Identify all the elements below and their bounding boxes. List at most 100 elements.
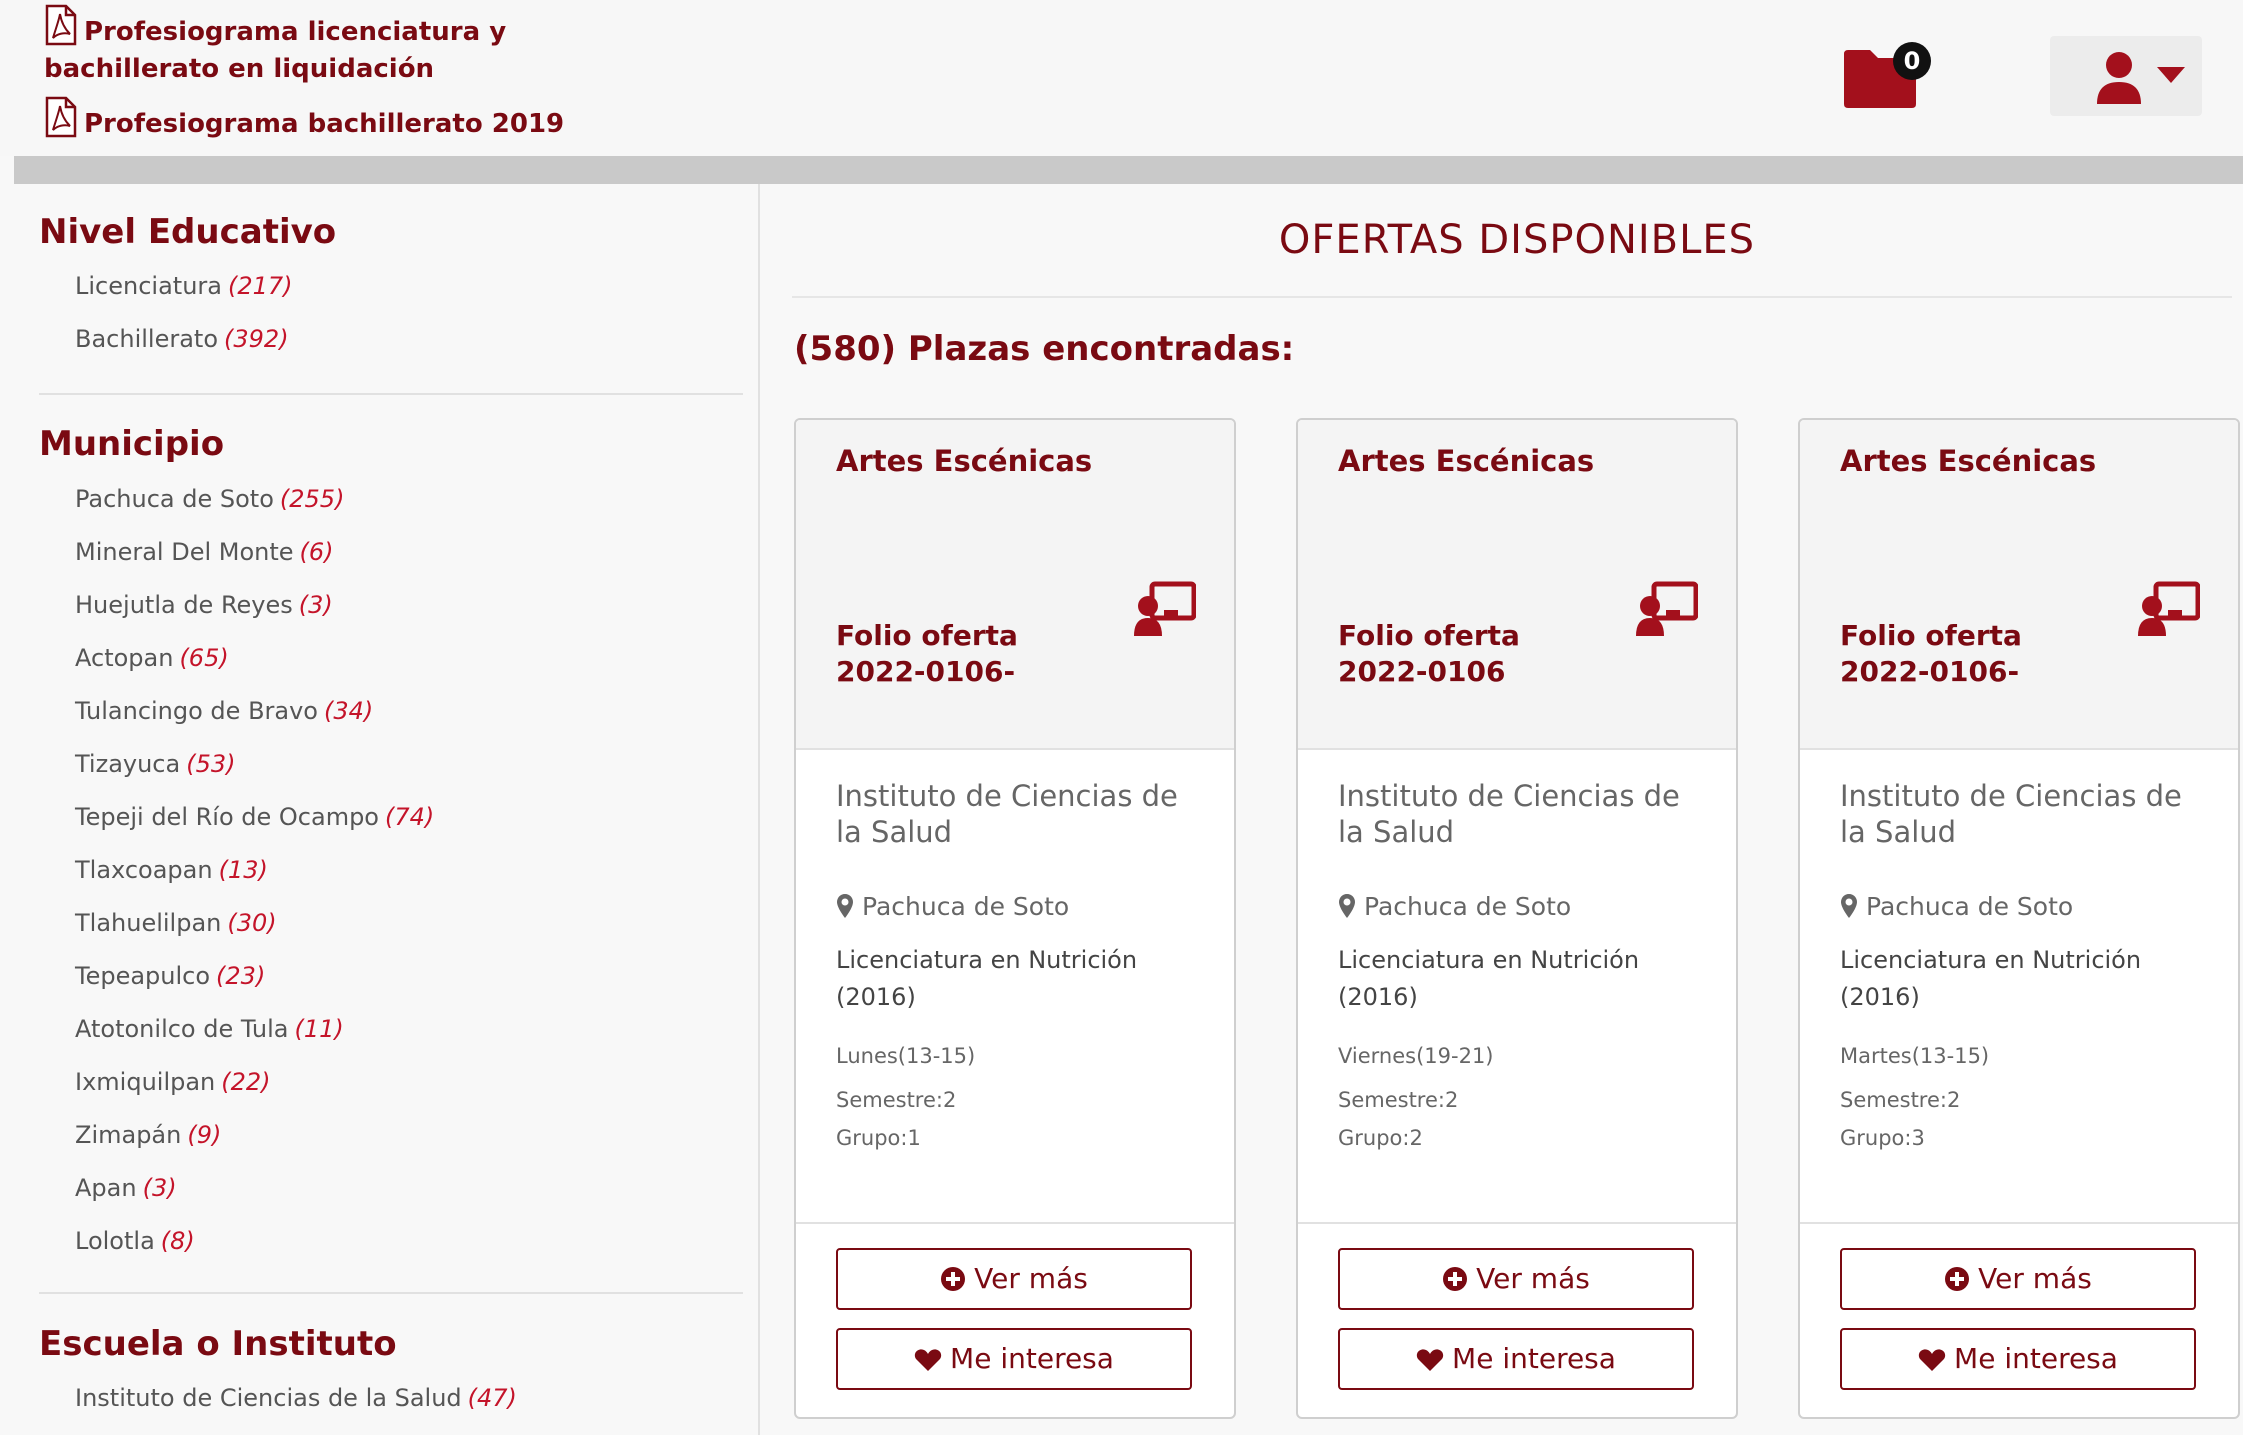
plus-circle-icon [1443,1267,1468,1291]
filter-item[interactable]: Atotonilco de Tula (11) [75,1015,344,1043]
map-pin-icon [837,894,853,918]
filter-item-count: (3) [298,591,333,619]
filter-item[interactable]: Tizayuca (53) [75,750,235,778]
folio-label: Folio oferta [1840,619,2022,652]
filter-item-count: (3) [142,1174,177,1202]
filter-item-label: Tulancingo de Bravo [75,697,318,725]
see-more-button[interactable]: Ver más [1840,1248,2196,1310]
filter-item-count: (34) [324,697,374,725]
filter-item[interactable]: Tepeapulco (23) [75,962,265,990]
filter-item[interactable]: Tlaxcoapan (13) [75,856,268,884]
filter-title-municipio: Municipio [39,424,225,464]
filter-item-count: (65) [179,644,229,672]
teacher-icon [1134,581,1196,636]
filter-item-label: Lolotla [75,1227,155,1255]
top-header: Profesiograma licenciatura y bachillerat… [0,0,2243,156]
see-more-label: Ver más [974,1262,1088,1295]
card-footer-divider [1298,1222,1736,1224]
filter-item-label: Tlaxcoapan [75,856,213,884]
user-menu-button[interactable] [2050,36,2202,116]
doc-link-profesiograma-2019[interactable]: Profesiograma bachillerato 2019 [44,96,584,143]
filter-item-label: Atotonilco de Tula [75,1015,289,1043]
filter-item-label: Instituto de Ciencias de la Salud [75,1384,462,1412]
offer-institute: Instituto de Ciencias de la Salud [1840,779,2182,849]
interested-button[interactable]: Me interesa [836,1328,1192,1390]
filter-item[interactable]: Ixmiquilpan (22) [75,1068,271,1096]
folio-label: Folio oferta [836,619,1018,652]
see-more-label: Ver más [1476,1262,1590,1295]
filter-item-count: (74) [384,803,435,831]
filter-item-count: (30) [227,909,277,937]
filter-item-label: Mineral Del Monte [75,538,294,566]
filter-item-label: Tizayuca [75,750,181,778]
offer-semester: Semestre:2 [836,1088,957,1112]
filter-item[interactable]: Tulancingo de Bravo (34) [75,697,373,725]
interested-label: Me interesa [1954,1342,2118,1375]
offer-group: Grupo:3 [1840,1126,1925,1150]
doc-link-profesiograma-liquidacion[interactable]: Profesiograma licenciatura y bachillerat… [44,4,584,88]
filter-item[interactable]: Tlahuelilpan (30) [75,909,277,937]
filter-item-count: (8) [160,1227,195,1255]
see-more-label: Ver más [1978,1262,2092,1295]
filter-item[interactable]: Mineral Del Monte (6) [75,538,334,566]
filter-item-label: Licenciatura [75,272,222,300]
pdf-icon [45,96,77,138]
filter-item-label: Zimapán [75,1121,182,1149]
filter-item-label: Pachuca de Soto [75,485,274,513]
see-more-button[interactable]: Ver más [1338,1248,1694,1310]
document-links: Profesiograma licenciatura y bachillerat… [44,4,584,143]
map-pin-icon [1339,894,1355,918]
folio-value: 2022-0106- [836,655,1016,688]
filter-item[interactable]: Huejutla de Reyes (3) [75,591,333,619]
doc-link-label: Profesiograma licenciatura y bachillerat… [44,17,507,84]
offer-card: Artes Escénicas Folio oferta 2022-0106- … [794,418,1236,1419]
heart-icon [1416,1349,1444,1371]
offer-schedule: Viernes(19-21) [1338,1044,1494,1068]
offer-location-text: Pachuca de Soto [1364,892,1572,921]
filter-item[interactable]: Tepeji del Río de Ocampo (74) [75,803,434,831]
filter-item-label: Actopan [75,644,174,672]
offer-schedule: Martes(13-15) [1840,1044,1990,1068]
filter-item-count: (6) [299,538,334,566]
card-footer-divider [796,1222,1234,1224]
offer-institute: Instituto de Ciencias de la Salud [1338,779,1680,849]
interested-button[interactable]: Me interesa [1840,1328,2196,1390]
filter-item[interactable]: Zimapán (9) [75,1121,221,1149]
filter-item-label: Tlahuelilpan [75,909,222,937]
offer-subject: Artes Escénicas [1840,444,2097,478]
filter-item[interactable]: Apan (3) [75,1174,177,1202]
pdf-icon [45,4,77,46]
offer-card: Artes Escénicas Folio oferta 2022-0106 I… [1296,418,1738,1419]
folio-value: 2022-0106 [1338,655,1506,688]
filter-item[interactable]: Lolotla (8) [75,1227,195,1255]
offer-program: Licenciatura en Nutrición (2016) [1840,946,2142,1011]
filter-item-label: Tepeapulco [75,962,211,990]
page-title: OFERTAS DISPONIBLES [1278,217,1756,263]
filter-item[interactable]: Instituto de Ciencias de la Salud (47) [75,1384,517,1412]
caret-down-icon [2157,67,2185,83]
filter-item-count: (217) [227,272,293,300]
offer-location: Pachuca de Soto [836,892,1069,921]
filter-item[interactable]: Licenciatura (217) [75,272,293,300]
filter-item-label: Ixmiquilpan [75,1068,216,1096]
filter-item-count: (13) [218,856,268,884]
filter-item-count: (11) [294,1015,344,1043]
filter-item[interactable]: Pachuca de Soto (255) [75,485,344,513]
folder-button[interactable]: 0 [1838,42,1931,112]
see-more-button[interactable]: Ver más [836,1248,1192,1310]
filter-item-count: (9) [187,1121,222,1149]
filter-item[interactable]: Actopan (65) [75,644,229,672]
offer-group: Grupo:1 [836,1126,921,1150]
offer-card: Artes Escénicas Folio oferta 2022-0106- … [1798,418,2240,1419]
offer-subject: Artes Escénicas [1338,444,1595,478]
offer-subject: Artes Escénicas [836,444,1093,478]
offer-program: Licenciatura en Nutrición (2016) [1338,946,1640,1011]
offer-location: Pachuca de Soto [1338,892,1571,921]
offers-main: OFERTAS DISPONIBLES (580) Plazas encontr… [762,184,2243,1435]
teacher-icon [1636,581,1698,636]
interested-button[interactable]: Me interesa [1338,1328,1694,1390]
filter-item-count: (53) [186,750,236,778]
filter-item[interactable]: Bachillerato (392) [75,325,289,353]
filter-item-count: (392) [224,325,289,353]
filter-item-count: (255) [279,485,345,513]
